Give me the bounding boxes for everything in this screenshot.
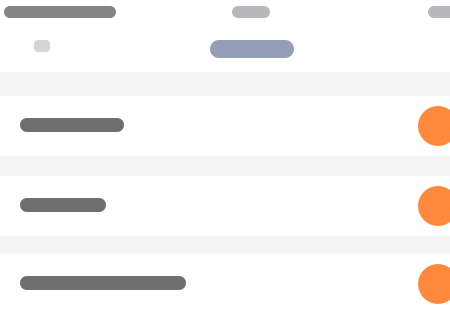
list-item-toggle[interactable]	[418, 106, 450, 146]
tab-left[interactable]	[4, 6, 116, 18]
subheader-left	[34, 40, 50, 52]
list-item-label	[20, 276, 186, 290]
list-item-label	[20, 198, 106, 212]
tab-center[interactable]	[232, 6, 270, 18]
top-header	[0, 0, 450, 72]
center-pill[interactable]	[210, 40, 294, 58]
list-item[interactable]	[0, 176, 450, 236]
list-item-toggle[interactable]	[418, 186, 450, 226]
tab-right[interactable]	[428, 6, 450, 18]
list-item[interactable]	[0, 254, 450, 314]
list-item[interactable]	[0, 96, 450, 156]
list-item-toggle[interactable]	[418, 264, 450, 304]
list-item-label	[20, 118, 124, 132]
